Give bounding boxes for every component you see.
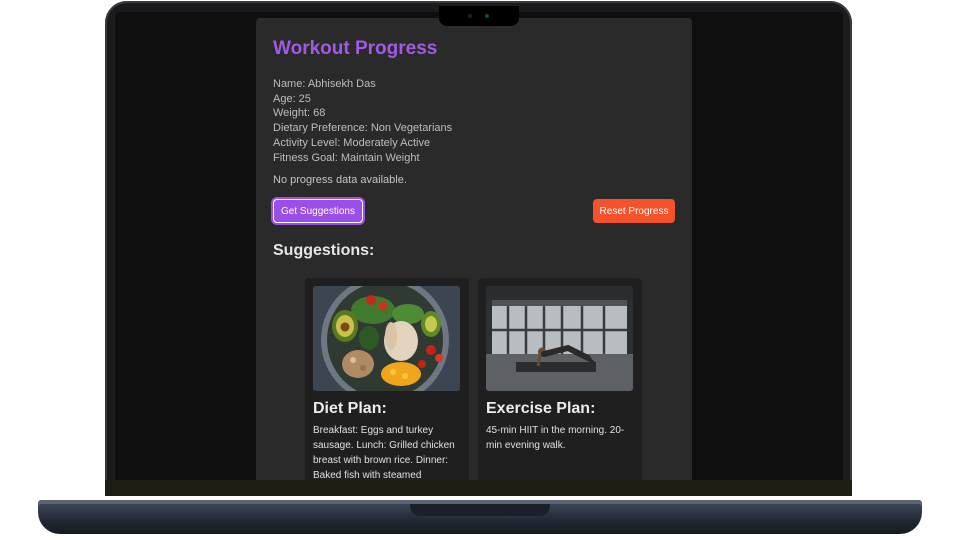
exercise-plan-title: Exercise Plan: xyxy=(486,400,596,417)
suggestions-heading: Suggestions: xyxy=(273,242,375,260)
laptop-base-notch xyxy=(410,504,550,516)
profile-fitness-goal: Fitness Goal: Maintain Weight xyxy=(273,151,420,164)
exercise-gym-image xyxy=(486,286,633,391)
profile-name: Name: Abhisekh Das xyxy=(273,78,376,90)
profile-age: Age: 25 xyxy=(273,92,311,105)
profile-info: Name: Abhisekh Das Age: 25 Weight: 68 Di… xyxy=(273,77,675,165)
reset-progress-button[interactable]: Reset Progress xyxy=(593,199,675,224)
camera-notch xyxy=(439,6,519,26)
profile-weight: Weight: 68 xyxy=(273,107,326,120)
exercise-plan-text: 45-min HIIT in the morning. 20-min eveni… xyxy=(486,425,625,451)
screen: Workout Progress Name: Abhisekh Das Age:… xyxy=(115,12,843,480)
laptop-bezel-bottom xyxy=(105,480,852,496)
diet-food-image xyxy=(313,286,460,391)
profile-diet-preference: Dietary Preference: Non Vegetarians xyxy=(273,122,453,135)
profile-activity-level: Activity Level: Moderately Active xyxy=(273,136,431,149)
page-title: Workout Progress xyxy=(273,38,438,59)
suggestion-cards: Diet Plan: Breakfast: Eggs and turkey sa… xyxy=(305,278,645,480)
get-suggestions-button[interactable]: Get Suggestions xyxy=(273,199,363,224)
diet-plan-card: Diet Plan: Breakfast: Eggs and turkey sa… xyxy=(305,278,469,480)
progress-status-message: No progress data available. xyxy=(273,174,407,187)
camera-sensor-icon xyxy=(468,14,472,18)
diet-plan-title: Diet Plan: xyxy=(313,400,387,417)
exercise-plan-card: Exercise Plan: 45-min HIIT in the mornin… xyxy=(478,278,642,480)
action-buttons: Get Suggestions Reset Progress xyxy=(273,199,675,225)
diet-plan-text: Breakfast: Eggs and turkey sausage. Lunc… xyxy=(313,425,455,480)
camera-indicator-icon xyxy=(485,14,489,18)
